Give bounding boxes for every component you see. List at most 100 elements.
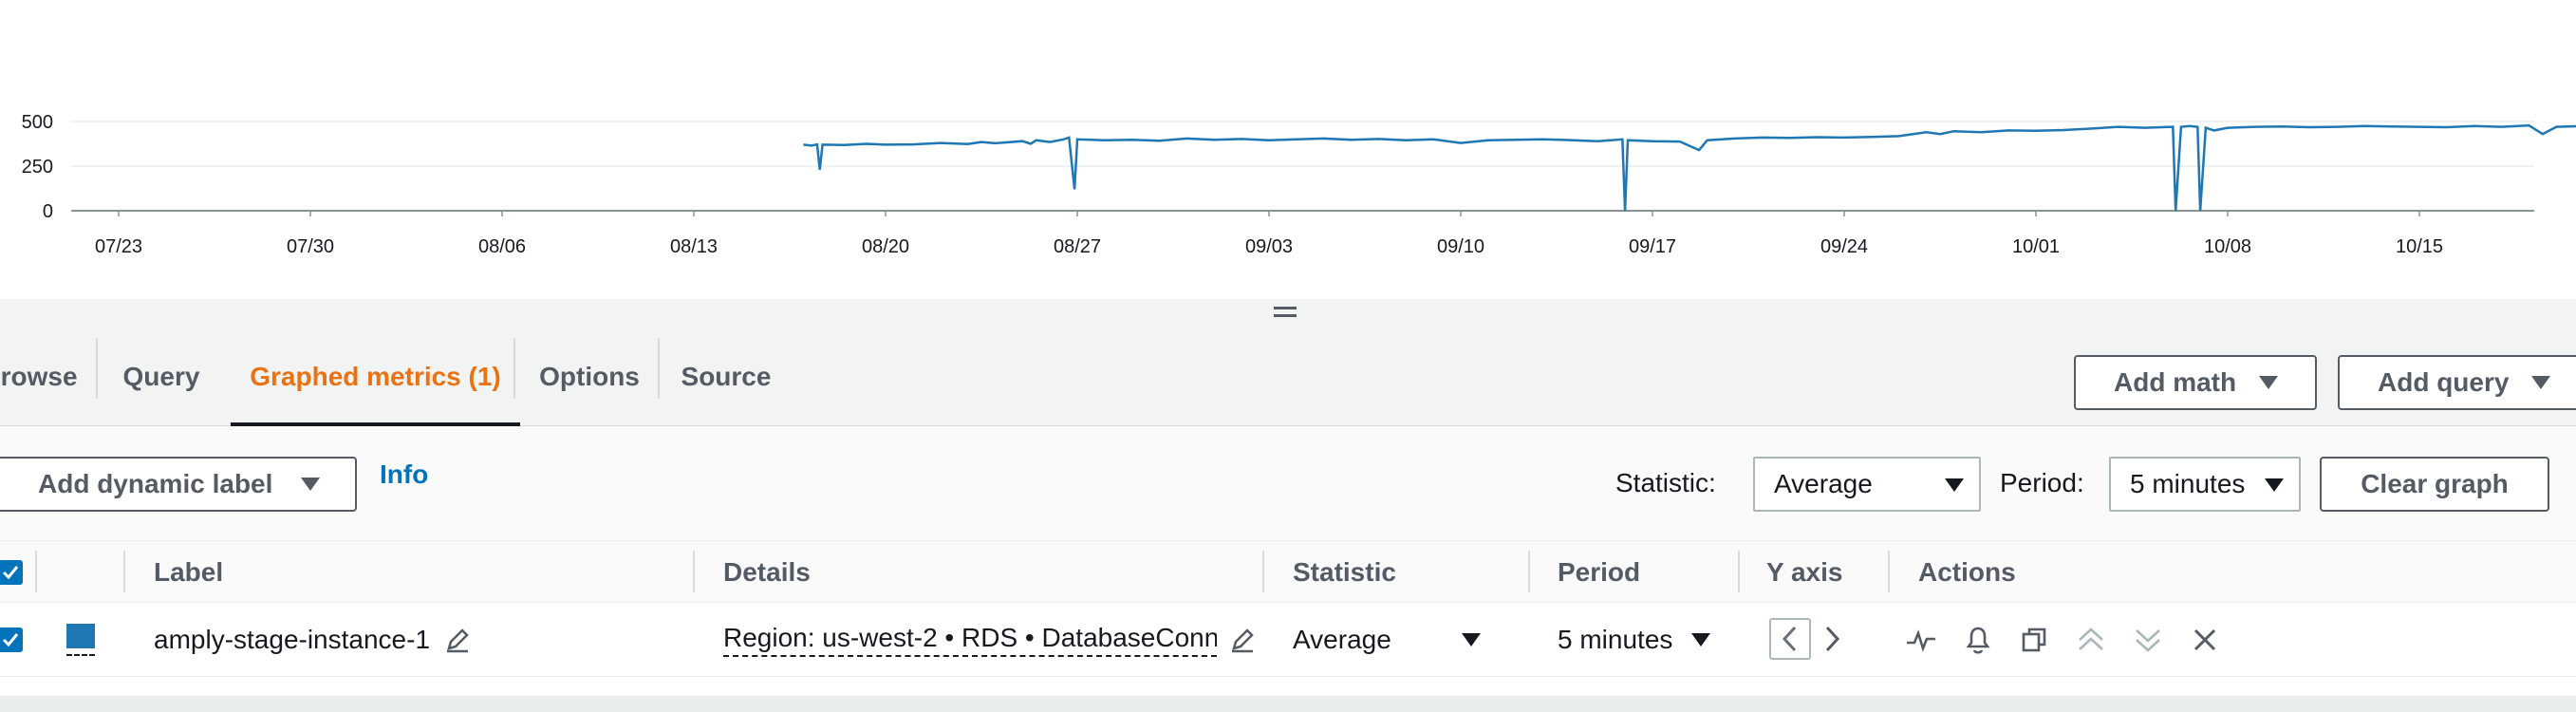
edit-label-pencil-icon[interactable] bbox=[443, 626, 472, 654]
column-divider bbox=[1528, 551, 1530, 592]
caret-down-icon bbox=[2259, 376, 2279, 389]
column-divider bbox=[693, 551, 695, 592]
x-tick-label: 10/15 bbox=[2396, 236, 2443, 257]
column-divider bbox=[1738, 551, 1740, 592]
series-line[interactable] bbox=[803, 123, 2576, 212]
x-tick-label: 09/10 bbox=[1437, 236, 1484, 257]
x-tick-label: 09/17 bbox=[1629, 236, 1676, 257]
tab-source[interactable]: Source bbox=[666, 328, 786, 426]
caret-down-icon bbox=[1462, 633, 1481, 646]
column-divider bbox=[123, 551, 125, 592]
row-statistic-select[interactable]: Average bbox=[1293, 603, 1502, 677]
tab-divider bbox=[513, 338, 515, 399]
caret-down-icon bbox=[2265, 478, 2284, 492]
column-header-period: Period bbox=[1558, 557, 1641, 587]
drag-handle-icon[interactable] bbox=[1274, 307, 1297, 320]
period-select[interactable]: 5 minutes bbox=[2109, 457, 2301, 512]
series-details-cell: Region: us-west-2 • RDS • DatabaseConne bbox=[723, 603, 1217, 677]
row-statistic-value: Average bbox=[1293, 625, 1391, 654]
x-tick-label: 10/01 bbox=[2012, 236, 2060, 257]
statistic-select-value: Average bbox=[1774, 469, 1873, 498]
tab-divider bbox=[96, 338, 98, 399]
column-header-details: Details bbox=[723, 557, 811, 587]
chevron-double-up-icon bbox=[2079, 628, 2103, 650]
x-tick-label: 10/08 bbox=[2204, 236, 2251, 257]
swatch-fill bbox=[66, 624, 95, 648]
y-axis-left-button[interactable] bbox=[1769, 618, 1811, 660]
move-up-button[interactable] bbox=[2072, 621, 2110, 659]
series-label: amply-stage-instance-1 bbox=[154, 625, 431, 654]
caret-down-icon bbox=[2531, 376, 2551, 389]
y-tick-label: 0 bbox=[43, 201, 53, 222]
caret-down-icon bbox=[1691, 633, 1711, 646]
row-checkbox[interactable] bbox=[0, 628, 23, 652]
row-period-select[interactable]: 5 minutes bbox=[1558, 603, 1728, 677]
x-tick-label: 09/24 bbox=[1820, 236, 1868, 257]
caret-down-icon bbox=[301, 478, 321, 491]
column-divider bbox=[1262, 551, 1264, 592]
chevron-double-down-icon bbox=[2136, 629, 2160, 652]
copy-icon bbox=[2022, 628, 2046, 652]
close-icon bbox=[2193, 628, 2216, 651]
x-tick-label: 08/27 bbox=[1054, 236, 1101, 257]
table-row: amply-stage-instance-1 Region: us-west-2… bbox=[0, 603, 2576, 677]
y-tick-label: 500 bbox=[22, 112, 53, 133]
create-alarm-button[interactable] bbox=[1959, 621, 1997, 659]
add-math-label: Add math bbox=[2114, 367, 2237, 397]
add-math-button[interactable]: Add math bbox=[2074, 355, 2317, 410]
statistic-label: Statistic: bbox=[1615, 468, 1716, 497]
move-down-button[interactable] bbox=[2129, 621, 2167, 659]
resize-splitter[interactable] bbox=[0, 299, 2576, 328]
info-link[interactable]: Info bbox=[380, 459, 428, 490]
period-select-value: 5 minutes bbox=[2130, 469, 2246, 498]
tab-query[interactable]: Query bbox=[103, 328, 219, 426]
add-dynamic-label-text: Add dynamic label bbox=[38, 469, 273, 498]
series-label-cell: amply-stage-instance-1 bbox=[154, 603, 472, 677]
tab-graphed-metrics[interactable]: Graphed metrics (1) bbox=[231, 328, 520, 427]
y-axis-right-button[interactable] bbox=[1815, 618, 1849, 660]
x-tick-label: 08/20 bbox=[862, 236, 909, 257]
add-query-label: Add query bbox=[2378, 367, 2510, 397]
edit-details-pencil-icon[interactable] bbox=[1228, 626, 1257, 654]
x-tick-label: 08/06 bbox=[478, 236, 526, 257]
column-header-y-axis: Y axis bbox=[1766, 557, 1843, 587]
x-tick-label: 07/23 bbox=[95, 236, 142, 257]
y-tick-label: 250 bbox=[22, 157, 53, 178]
duplicate-button[interactable] bbox=[2015, 621, 2053, 659]
graph-icon bbox=[1907, 629, 1935, 652]
footer-strip bbox=[0, 696, 2576, 712]
chevron-left-icon bbox=[1782, 626, 1797, 652]
series-color-swatch[interactable] bbox=[66, 624, 95, 660]
column-header-label: Label bbox=[154, 557, 224, 587]
period-label: Period: bbox=[2000, 468, 2084, 497]
remove-metric-button[interactable] bbox=[2186, 621, 2224, 659]
column-header-actions: Actions bbox=[1918, 557, 2016, 587]
bell-icon bbox=[1966, 627, 1990, 654]
chart-svg: 500 250 0 07/23 07/30 08/06 08/13 08/20 08/27 09/… bbox=[22, 112, 2576, 257]
tab-browse[interactable]: Browse bbox=[0, 328, 78, 426]
column-divider bbox=[1888, 551, 1890, 592]
graph-this-metric-button[interactable] bbox=[1902, 621, 1940, 659]
add-query-button[interactable]: Add query bbox=[2338, 355, 2576, 410]
row-period-value: 5 minutes bbox=[1558, 625, 1673, 654]
select-all-checkbox[interactable] bbox=[0, 560, 23, 585]
caret-down-icon bbox=[1945, 478, 1964, 492]
statistic-select[interactable]: Average bbox=[1753, 457, 1981, 512]
check-icon bbox=[2, 566, 19, 580]
check-icon bbox=[2, 633, 19, 647]
table-header: Label Details Statistic Period Y axis Ac… bbox=[0, 540, 2576, 603]
x-tick-label: 09/03 bbox=[1245, 236, 1293, 257]
x-tick-label: 08/13 bbox=[670, 236, 718, 257]
series-details: Region: us-west-2 • RDS • DatabaseConne bbox=[723, 623, 1217, 657]
x-tick-label: 07/30 bbox=[287, 236, 334, 257]
metric-chart: 500 250 0 07/23 07/30 08/06 08/13 08/20 08/27 09/… bbox=[0, 0, 2576, 299]
column-header-statistic: Statistic bbox=[1293, 557, 1396, 587]
add-dynamic-label-button[interactable]: Add dynamic label bbox=[0, 457, 357, 512]
tab-bar: Browse Query Graphed metrics (1) Options… bbox=[0, 328, 2576, 427]
clear-graph-button[interactable]: Clear graph bbox=[2320, 457, 2549, 512]
swatch-underline bbox=[66, 654, 95, 656]
tab-divider bbox=[658, 338, 660, 399]
clear-graph-label: Clear graph bbox=[2361, 469, 2509, 498]
column-divider bbox=[35, 551, 37, 592]
tab-options[interactable]: Options bbox=[524, 328, 655, 426]
